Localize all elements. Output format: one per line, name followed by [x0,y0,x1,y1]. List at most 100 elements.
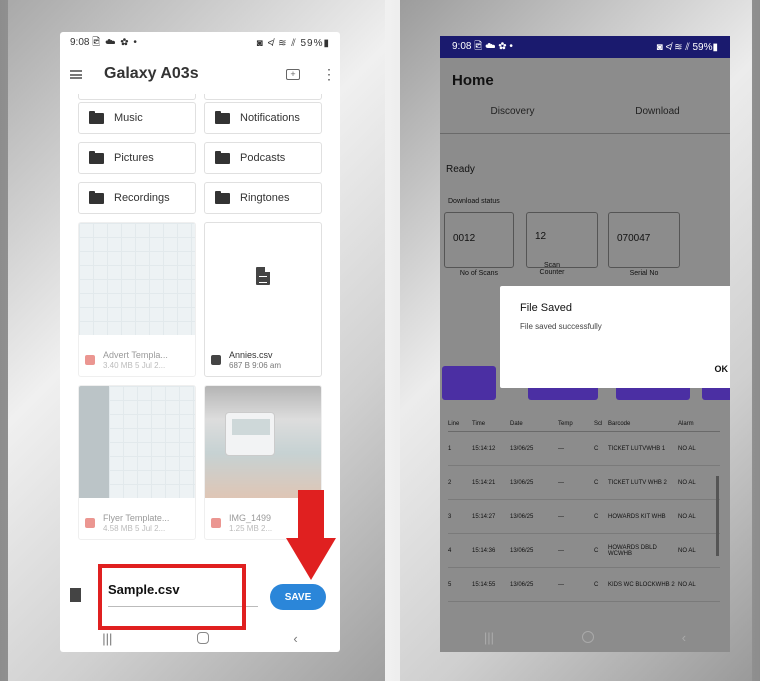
table-row[interactable]: 4 15:14:36 13/06/25 — C HOWARDS DBLD WCWHB NO … [448,534,720,568]
cell: 13/06/25 [510,581,534,588]
folder-icon [89,150,104,164]
cell: 15:14:55 [472,581,496,588]
folder-recordings[interactable]: Recordings [78,182,196,214]
folder-label: Pictures [114,152,154,164]
col-scl: Scl [594,420,603,427]
back-icon[interactable]: ‹ [293,631,297,646]
new-folder-icon[interactable]: + [286,68,300,80]
table-scrollbar[interactable] [716,476,719,556]
cell: — [558,445,564,452]
table-row[interactable]: 2 15:14:21 13/06/25 — C TICKET LUTV WHB 2 NO A… [448,466,720,500]
document-icon [256,267,270,285]
file-grid: Music Notifications Pictures Podcasts Re… [78,102,322,548]
tab-discovery[interactable]: Discovery [440,106,585,132]
cell: — [558,513,564,520]
ok-button[interactable]: OK [715,364,729,374]
tab-bar: Discovery Download [440,106,730,132]
recents-icon[interactable]: ||| [484,630,494,645]
scan-table: Line Time Date Temp Scl Barcode Alarm 11… [448,416,720,602]
down-arrow-icon [286,538,336,580]
status-bar: 9:08 🖻 ☁ ✿ • ◙ ≮ ≋ ⫽ 59%▮ [60,32,340,54]
col-temp: Temp [558,420,573,427]
scrolled-folder-row [78,94,322,100]
cell: C [594,581,599,588]
folder-pictures[interactable]: Pictures [78,142,196,174]
cell: NO AL [678,547,696,554]
cell: NO AL [678,445,696,452]
dialog-title: File Saved [520,302,572,314]
table-row[interactable]: 1 15:14:12 13/06/25 — C TICKET LUTVWHB 1 NO AL [448,432,720,466]
cell: 15:14:27 [472,513,496,520]
status-system-icons: ◙ ≮ ≋ ⫽ 59%▮ [656,41,718,53]
status-system-icons: ◙ ≮ ≋ ⫽ 59%▮ [256,37,330,49]
cell: 1 [448,445,452,452]
file-name: Flyer Template... [103,513,170,523]
cell: C [594,445,599,452]
scan-counter-box: 12 [526,212,598,268]
folder-ringtones[interactable]: Ringtones [204,182,322,214]
cell: 15:14:36 [472,547,496,554]
serial-no-label: Serial No [629,270,659,277]
file-meta: 1.25 MB 2... [229,524,273,533]
col-line: Line [448,420,460,427]
more-options-icon[interactable]: ⋮ [322,66,336,83]
file-advert-template[interactable]: Advert Templa... 3.40 MB 5 Jul 2... [78,222,196,377]
table-row[interactable]: 5 15:14:55 13/06/25 — C KIDS WC BLOCKWHB 2 NO … [448,568,720,602]
col-barcode: Barcode [608,420,631,427]
folder-label: Recordings [114,192,170,204]
download-status-label: Download status [448,198,500,205]
folder-podcasts[interactable]: Podcasts [204,142,322,174]
folder-label: Notifications [240,112,300,124]
cell: NO AL [678,479,696,486]
hamburger-menu-icon[interactable] [70,69,82,79]
file-meta: 687 B 9:06 am [229,361,282,370]
cell: 15:14:12 [472,445,496,452]
file-flyer-template[interactable]: Flyer Template... 4.58 MB 5 Jul 2... [78,385,196,540]
left-screenshot-panel: 9:08 🖻 ☁ ✿ • ◙ ≮ ≋ ⫽ 59%▮ Galaxy A03s + … [8,0,385,681]
cell: — [558,547,564,554]
table-row[interactable]: 3 15:14:27 13/06/25 — C HOWARDS KIT WHB NO AL [448,500,720,534]
home-icon[interactable] [581,631,594,643]
status-time: 9:08 [70,36,90,48]
cell: C [594,479,599,486]
cell: 13/06/25 [510,445,534,452]
col-time: Time [472,420,486,427]
recents-icon[interactable]: ||| [102,631,112,646]
tab-divider [440,133,730,134]
document-small-icon [211,355,221,365]
device-photo [225,412,275,456]
cell: TICKET LUTV WHB 2 [608,479,667,486]
cell: 5 [448,581,452,588]
image-file-icon [85,355,95,365]
cell: — [558,581,564,588]
folder-icon [215,190,230,204]
android-nav-bar: ||| ‹ [440,622,730,652]
cell: KIDS WC BLOCKWHB 2 [608,581,675,588]
cell: 15:14:21 [472,479,496,486]
tab-download[interactable]: Download [585,106,730,132]
folder-label: Ringtones [240,192,290,204]
save-button[interactable]: SAVE [270,584,326,610]
cell: HOWARDS KIT WHB [608,513,666,520]
app-bar: Galaxy A03s + ⋮ [60,54,340,94]
page-title: Galaxy A03s [104,65,199,82]
action-button-1[interactable] [442,366,496,400]
page-title: Home [452,72,494,89]
no-of-scans-label: No of Scans [459,270,499,277]
cell: — [558,479,564,486]
folder-icon [215,110,230,124]
back-icon[interactable]: ‹ [682,630,686,645]
folder-music[interactable]: Music [78,102,196,134]
file-saved-dialog: File Saved File saved successfully OK [500,286,730,388]
document-icon [70,588,81,602]
file-meta: 3.40 MB 5 Jul 2... [103,361,166,370]
status-time: 9:08 [452,40,472,52]
folder-icon [89,110,104,124]
status-text: Ready [446,164,475,175]
home-icon[interactable] [196,632,209,644]
file-name: IMG_1499 [229,513,272,523]
folder-notifications[interactable]: Notifications [204,102,322,134]
cell: NO AL [678,581,696,588]
file-annies-csv[interactable]: Annies.csv 687 B 9:06 am [204,222,322,377]
cell: 2 [448,479,452,486]
